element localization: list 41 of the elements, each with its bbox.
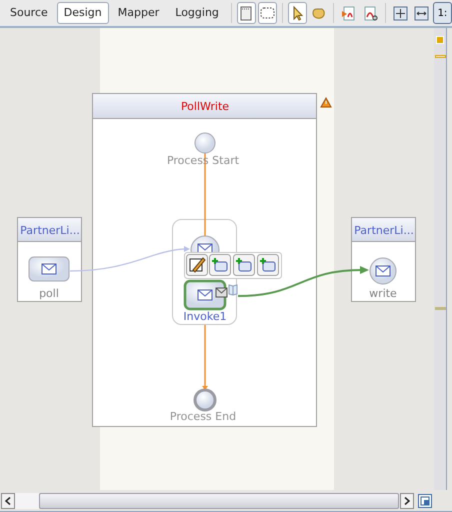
tab[interactable]: Design <box>56 2 109 24</box>
chevron-left-icon <box>5 496 11 504</box>
envelope-icon <box>216 288 228 298</box>
operation-label: poll <box>39 287 59 300</box>
operation-label: write <box>369 287 397 300</box>
tab[interactable]: Mapper <box>110 2 166 24</box>
overview-icon[interactable] <box>418 494 432 508</box>
panel-button[interactable] <box>236 2 256 24</box>
scroll-right-button[interactable] <box>400 492 414 508</box>
zoom-button[interactable]: 1: <box>432 2 452 24</box>
expand-icon <box>392 4 409 22</box>
tab[interactable]: Source <box>3 2 55 24</box>
pointer-button[interactable] <box>288 2 308 24</box>
marquee-button[interactable] <box>258 2 278 24</box>
scrollbar-thumb[interactable] <box>39 492 399 508</box>
book-icon <box>228 284 238 296</box>
marquee-icon <box>259 4 276 22</box>
tab[interactable]: Logging <box>168 2 226 24</box>
operation-node <box>370 258 396 284</box>
document-icon <box>362 4 379 22</box>
warning-icon <box>320 96 332 108</box>
partner-link-title: PartnerLi... <box>354 224 414 237</box>
invoke-node[interactable] <box>184 280 226 310</box>
scroll-left-button[interactable] <box>1 492 15 508</box>
start-node <box>194 132 216 154</box>
chevron-right-icon <box>404 496 410 504</box>
end-node <box>194 388 216 412</box>
add-icon[interactable] <box>209 254 231 276</box>
process-title: PollWrite <box>180 100 230 113</box>
add-icon[interactable] <box>233 254 255 276</box>
end-label: Process End <box>170 410 236 423</box>
invoke-label: Invoke1 <box>183 310 227 323</box>
document-icon <box>340 4 358 22</box>
operation-node <box>28 256 70 282</box>
warning-marker[interactable] <box>436 36 444 44</box>
partner-link-title: PartnerLi... <box>20 224 80 237</box>
add-icon[interactable] <box>257 254 279 276</box>
marker[interactable] <box>435 307 446 310</box>
width-icon <box>412 4 430 22</box>
edit-icon[interactable] <box>186 254 208 276</box>
marker[interactable] <box>435 55 446 58</box>
